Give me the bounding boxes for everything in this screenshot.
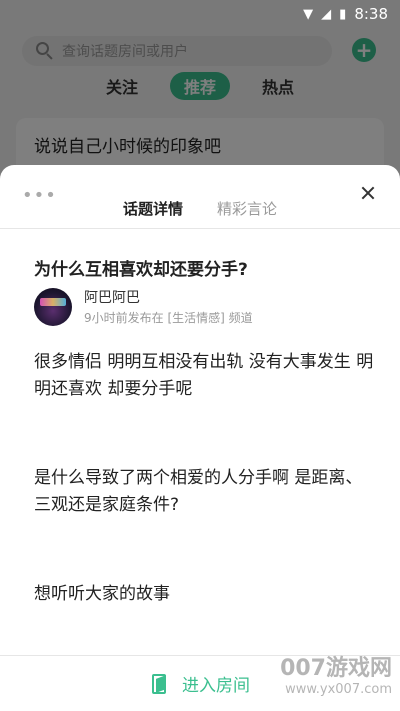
paragraph: 想听听大家的故事: [34, 584, 170, 604]
watermark: 007游戏网 www.yx007.com: [280, 650, 392, 697]
author-name[interactable]: 阿巴阿巴: [84, 287, 253, 307]
status-time: 8:38: [354, 5, 388, 23]
tab-highlights[interactable]: 精彩言论: [217, 198, 277, 219]
paragraph: 是什么导致了两个相爱的人分手啊 是距离、三观还是家庭条件?: [34, 468, 363, 515]
author[interactable]: 阿巴阿巴 9小时前发布在 [生活情感] 频道: [34, 287, 253, 326]
door-icon: [150, 673, 170, 695]
author-meta: 9小时前发布在 [生活情感] 频道: [84, 311, 253, 325]
status-bar: ▼ ◢ ▮ 8:38: [0, 0, 400, 28]
post-title: 为什么互相喜欢却还要分手?: [34, 260, 248, 280]
close-icon[interactable]: [360, 185, 376, 201]
sheet-tabs: 话题详情 精彩言论: [0, 198, 400, 219]
sheet-header: ••• 话题详情 精彩言论: [0, 165, 400, 227]
tab-topic-detail[interactable]: 话题详情: [123, 198, 183, 219]
author-info: 阿巴阿巴 9小时前发布在 [生活情感] 频道: [84, 287, 253, 326]
signal-icon: ◢: [321, 6, 332, 22]
enter-room-label: 进入房间: [182, 676, 250, 696]
divider: [0, 228, 400, 229]
battery-icon: ▮: [339, 6, 347, 22]
watermark-text: 007游戏网: [280, 656, 392, 681]
post-content: 很多情侣 明明互相没有出轨 没有大事发生 明明还喜欢 却要分手呢 是什么导致了两…: [34, 349, 374, 608]
wifi-icon: ▼: [303, 6, 314, 22]
watermark-url: www.yx007.com: [285, 682, 392, 697]
avatar[interactable]: [34, 287, 72, 326]
topic-detail-sheet: ••• 话题详情 精彩言论 为什么互相喜欢却还要分手? 阿巴阿巴 9小时前发布在…: [0, 165, 400, 711]
paragraph: 很多情侣 明明互相没有出轨 没有大事发生 明明还喜欢 却要分手呢: [34, 352, 374, 399]
